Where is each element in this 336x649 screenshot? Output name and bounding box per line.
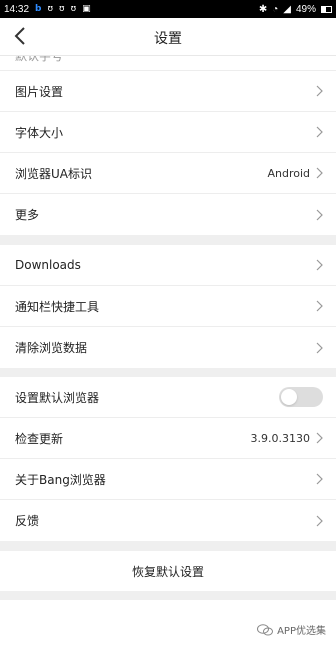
image-icon: ▣ [82,3,91,14]
settings-group-1: 默认字号 图片设置 字体大小 浏览器UA标识 Android 更多 [0,56,336,235]
notification-u-icon: ʊ [70,3,77,14]
chevron-right-icon [316,126,323,138]
item-label: 图片设置 [15,84,64,99]
item-label: 设置默认浏览器 [15,390,100,405]
toggle-knob [281,389,297,405]
item-label: 关于Bang浏览器 [15,472,106,487]
chevron-right-icon [316,259,323,271]
feedback-item[interactable]: 反馈 [0,500,336,541]
version-value: 3.9.0.3130 [250,431,310,445]
wechat-icon [257,623,274,635]
bluetooth-icon: ✱ [258,3,268,15]
reset-defaults-button[interactable]: 恢复默认设置 [0,551,336,591]
settings-group-3: 设置默认浏览器 检查更新 3.9.0.3130 关于Bang浏览器 反馈 [0,377,336,541]
wifi-icon: ◔ [272,3,279,15]
chevron-right-icon [316,342,323,353]
settings-group-2: Downloads 通知栏快捷工具 清除浏览数据 [0,245,336,368]
default-browser-toggle[interactable] [279,387,323,407]
page-title: 设置 [154,31,182,47]
chevron-right-icon [316,300,323,312]
chevron-right-icon [316,85,323,97]
notification-u-icon: ʊ [59,3,65,14]
more-item[interactable]: 更多 [0,194,336,235]
header: 设置 [0,18,336,56]
ua-value: Android [267,166,310,180]
downloads-item[interactable]: Downloads [0,245,336,286]
battery-percent: 49% [295,3,316,15]
browser-ua-item[interactable]: 浏览器UA标识 Android [0,153,336,194]
about-item[interactable]: 关于Bang浏览器 [0,459,336,500]
status-bar: 14:32 b ʊ ʊ ʊ ▣ ✱ ◔ ◢ 49% [0,0,336,18]
status-time: 14:32 [4,3,30,15]
item-label: 浏览器UA标识 [15,166,92,181]
item-label: 更多 [15,208,40,222]
notification-u-icon: ʊ [47,3,54,14]
item-label: 反馈 [15,514,40,528]
reset-label: 恢复默认设置 [131,564,204,579]
item-label: 检查更新 [15,431,64,446]
chevron-right-icon [316,432,323,444]
chevron-right-icon [316,167,323,179]
item-label: 字体大小 [15,125,64,140]
item-label: 通知栏快捷工具 [15,299,100,314]
browser-b-icon: b [35,3,42,14]
chevron-right-icon [316,473,323,485]
chevron-right-icon [316,515,323,526]
clear-browsing-data-item[interactable]: 清除浏览数据 [0,327,336,368]
partial-list-item[interactable]: 默认字号 [0,56,336,71]
watermark-text: APP优选集 [277,626,326,637]
battery-icon [321,5,332,13]
watermark: APP优选集 [257,622,326,637]
chevron-right-icon [316,209,323,220]
check-update-item[interactable]: 检查更新 3.9.0.3130 [0,418,336,459]
item-label: Downloads [15,258,81,272]
item-label: 清除浏览数据 [15,341,88,355]
image-settings-item[interactable]: 图片设置 [0,71,336,112]
notification-tools-item[interactable]: 通知栏快捷工具 [0,286,336,327]
default-browser-item[interactable]: 设置默认浏览器 [0,377,336,418]
signal-icon: ◢ [283,3,291,15]
partial-item-label: 默认字号 [15,56,64,63]
font-size-item[interactable]: 字体大小 [0,112,336,153]
